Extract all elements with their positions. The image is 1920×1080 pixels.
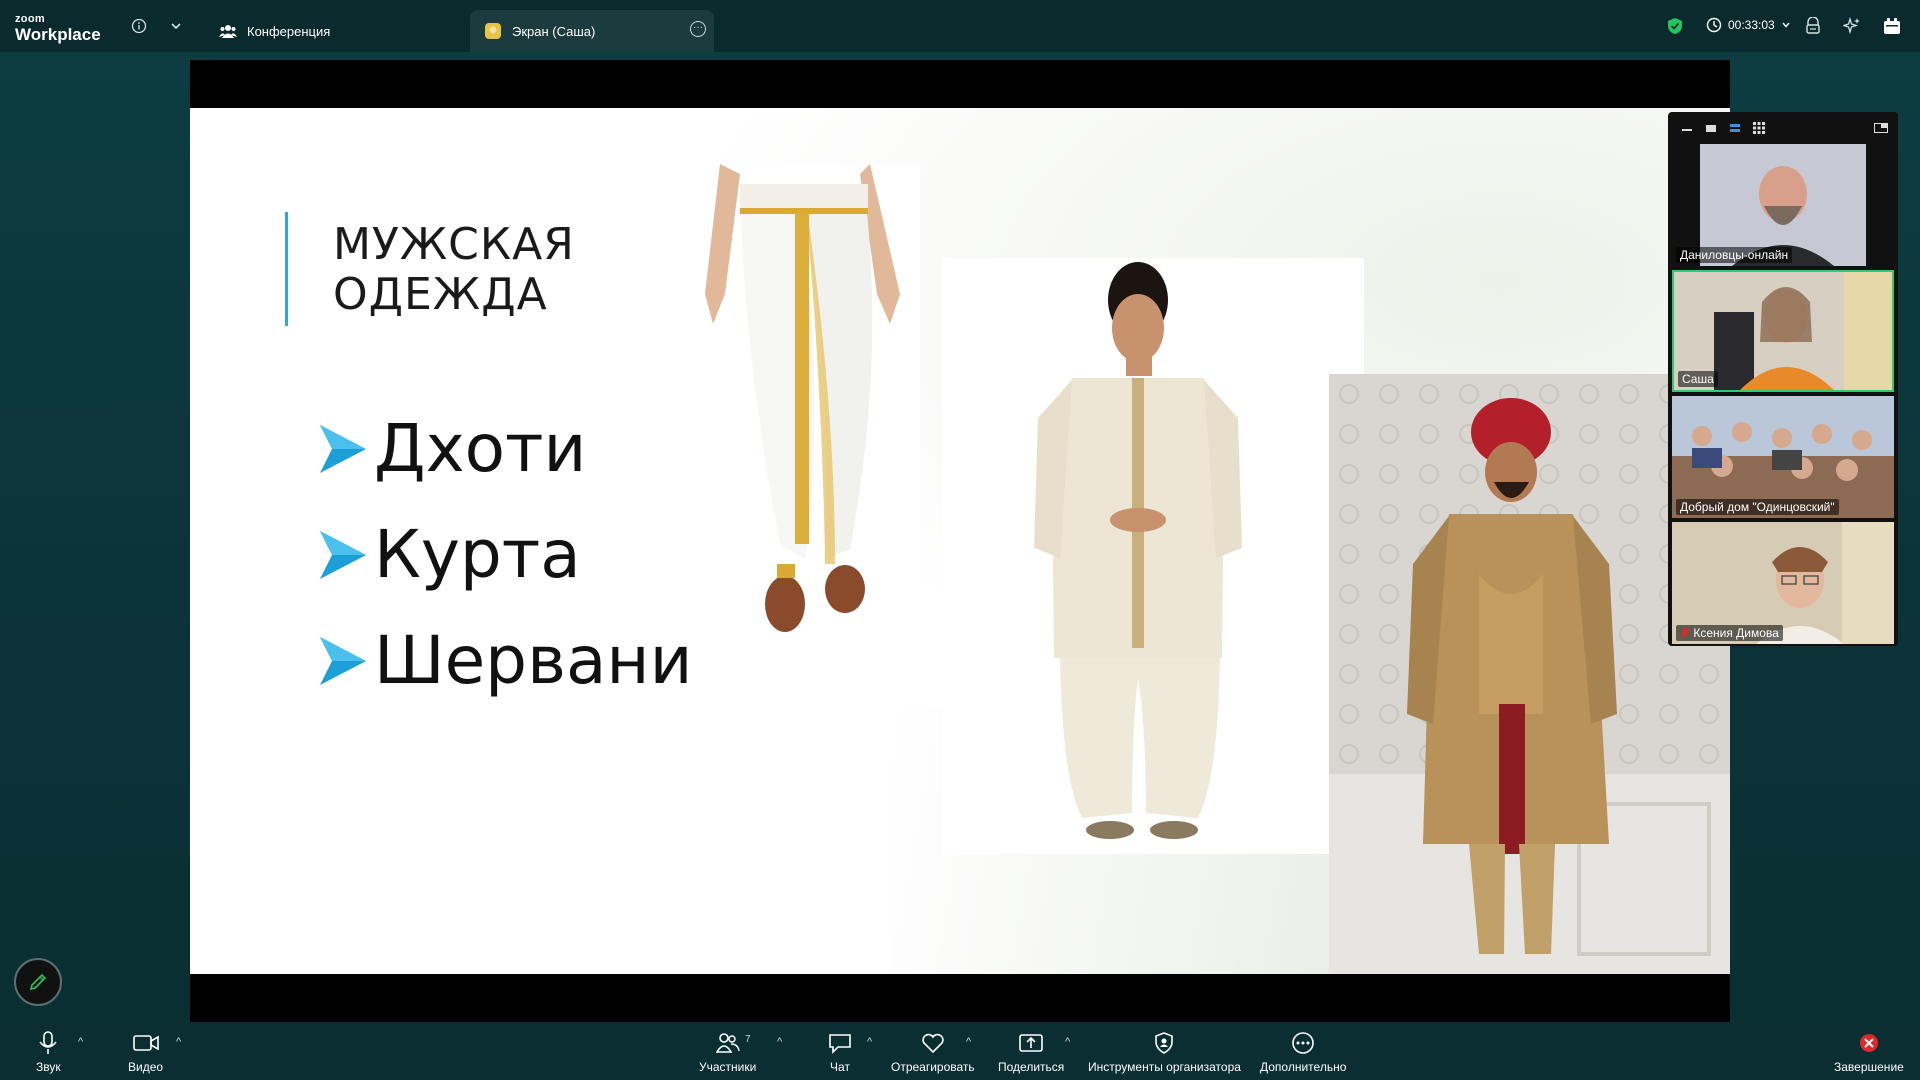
- annotate-button[interactable]: [14, 958, 62, 1006]
- bullet-dhoti: Дхоти: [318, 410, 586, 487]
- tab-label: Конференция: [247, 23, 331, 39]
- chat-button[interactable]: Чат: [828, 1030, 852, 1074]
- participants-count: 7: [745, 1034, 751, 1045]
- video-button[interactable]: Видео: [128, 1030, 163, 1074]
- stacked-tiles-icon[interactable]: [1728, 123, 1742, 133]
- arrow-bullet-icon: [320, 530, 366, 579]
- muted-mic-icon: [1680, 627, 1690, 639]
- react-button[interactable]: Отреагировать: [891, 1030, 975, 1074]
- presentation-slide: МУЖСКАЯ ОДЕЖДА Дхоти Курта Шервани: [190, 108, 1730, 974]
- more-button[interactable]: Дополнительно: [1260, 1030, 1346, 1074]
- participants-options-caret[interactable]: ^: [777, 1036, 782, 1048]
- video-tile[interactable]: Добрый дом "Одинцовский": [1672, 396, 1894, 518]
- react-options-caret[interactable]: ^: [966, 1036, 971, 1048]
- audio-button[interactable]: Звук: [36, 1030, 61, 1074]
- video-options-caret[interactable]: ^: [176, 1036, 181, 1048]
- end-meeting-button[interactable]: Завершение: [1834, 1030, 1904, 1074]
- kurta-image: [942, 258, 1364, 854]
- participants-icon: [715, 1030, 740, 1056]
- pencil-icon: [29, 973, 47, 991]
- people-icon: [219, 22, 237, 40]
- participant-video-panel: Даниловцы-онлайн Саша Добрый дом "Одинцо…: [1668, 112, 1898, 646]
- share-options-caret[interactable]: ^: [1065, 1036, 1070, 1048]
- chat-options-caret[interactable]: ^: [867, 1036, 872, 1048]
- chat-icon: [828, 1030, 852, 1056]
- shield-icon[interactable]: [1665, 16, 1685, 36]
- host-shield-icon: [1154, 1030, 1174, 1056]
- more-options-icon[interactable]: ···: [690, 21, 706, 37]
- chevron-down-icon: [1782, 22, 1790, 28]
- share-button[interactable]: Поделиться: [998, 1030, 1064, 1074]
- title-accent-bar: [285, 212, 288, 326]
- audio-options-caret[interactable]: ^: [78, 1036, 83, 1048]
- dhoti-image: [685, 164, 920, 644]
- tab-conference[interactable]: Конференция: [205, 10, 465, 52]
- chevron-down-icon[interactable]: [166, 16, 186, 36]
- microphone-icon: [38, 1030, 58, 1056]
- apps-icon[interactable]: [1882, 16, 1902, 36]
- recording-icon[interactable]: [1803, 16, 1823, 36]
- video-camera-icon: [132, 1030, 160, 1056]
- meeting-toolbar: Звук ^ Видео ^ Участники 7 ^ Чат ^ Отреа…: [0, 1022, 1920, 1080]
- meeting-timer[interactable]: 00:33:03: [1706, 17, 1791, 33]
- video-panel-toolbar: [1672, 116, 1894, 140]
- participant-name: Даниловцы-онлайн: [1676, 247, 1793, 263]
- participant-name: Ксения Димова: [1676, 625, 1783, 641]
- ai-companion-icon[interactable]: [1842, 16, 1862, 36]
- single-tile-icon[interactable]: [1704, 123, 1718, 133]
- slide-title: МУЖСКАЯ ОДЕЖДА: [333, 219, 575, 320]
- grid-tiles-icon[interactable]: [1752, 122, 1766, 134]
- tab-screen-share[interactable]: Экран (Саша) ···: [470, 10, 714, 52]
- avatar-icon: [484, 22, 502, 40]
- info-icon[interactable]: [129, 16, 149, 36]
- zoom-logo: zoom Workplace: [15, 13, 101, 44]
- share-screen-icon: [1018, 1030, 1044, 1056]
- more-icon: [1291, 1030, 1315, 1056]
- minimize-icon[interactable]: [1680, 123, 1694, 133]
- video-tile[interactable]: Даниловцы-онлайн: [1672, 144, 1894, 266]
- host-tools-button[interactable]: Инструменты организатора: [1088, 1030, 1241, 1074]
- shared-screen: МУЖСКАЯ ОДЕЖДА Дхоти Курта Шервани: [190, 60, 1730, 1022]
- video-tile-active-speaker[interactable]: Саша: [1672, 270, 1894, 392]
- top-bar: zoom Workplace Конференция Экран (Саша) …: [0, 0, 1920, 52]
- tab-label: Экран (Саша): [512, 23, 596, 39]
- arrow-bullet-icon: [320, 636, 366, 685]
- bullet-sherwani: Шервани: [318, 622, 692, 699]
- clock-icon: [1706, 17, 1722, 33]
- video-tile[interactable]: Ксения Димова: [1672, 522, 1894, 644]
- participant-name: Добрый дом "Одинцовский": [1676, 499, 1839, 515]
- heart-icon: [921, 1030, 945, 1056]
- arrow-bullet-icon: [320, 424, 366, 473]
- bullet-kurta: Курта: [318, 516, 581, 593]
- close-icon: [1858, 1030, 1880, 1056]
- pop-out-icon[interactable]: [1874, 123, 1888, 133]
- participant-name: Саша: [1678, 371, 1718, 387]
